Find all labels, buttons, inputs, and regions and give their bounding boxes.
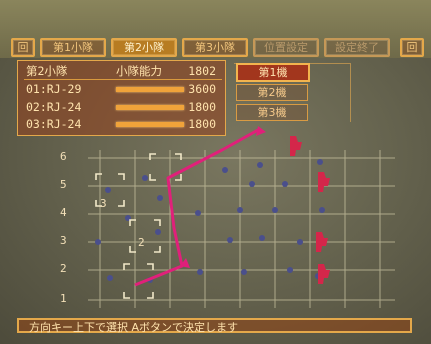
game-screen: 回 第1小隊 第2小隊 第3小隊 位置設定 設定終了 回 第2小隊 小隊能力 1… [0, 0, 431, 344]
slot-number: 2 [138, 236, 145, 249]
status-bar: 方向キー上下で選択 Aボタンで決定します [17, 318, 412, 334]
status-text: 方向キー上下で選択 Aボタンで決定します [29, 321, 239, 334]
slot-number: 3 [100, 197, 107, 210]
grid-lines [88, 150, 395, 308]
path-arrowhead-top [256, 126, 266, 136]
deployment-grid[interactable] [0, 0, 431, 344]
